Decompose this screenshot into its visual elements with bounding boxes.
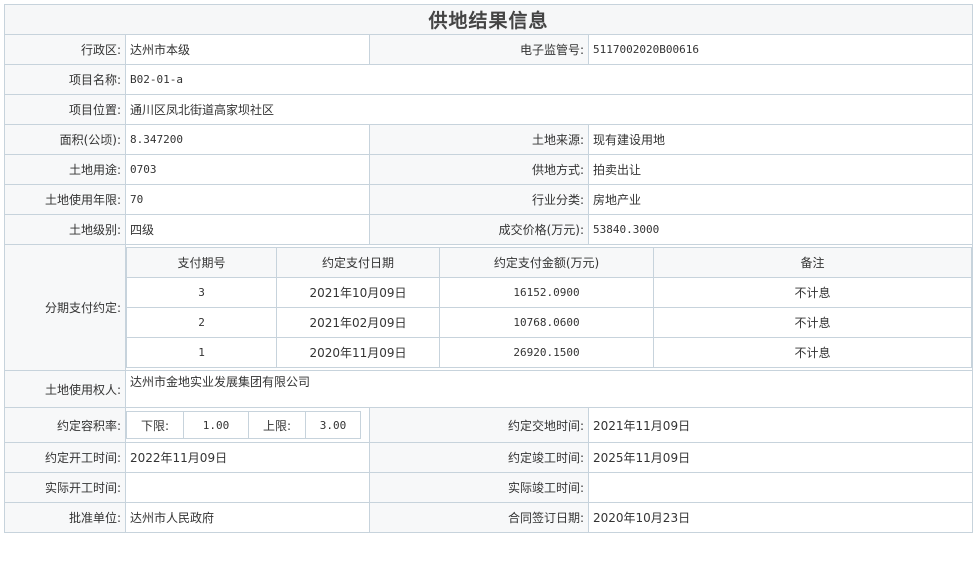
installment-note: 不计息	[652, 307, 972, 338]
land-supply-result-panel: 供地结果信息 行政区: 达州市本级 电子监管号: 5117002020B0061…	[3, 4, 974, 533]
installment-date: 2020年11月09日	[276, 337, 440, 368]
installment-header-row: 支付期号 约定支付日期 约定支付金额(万元) 备注	[126, 247, 972, 278]
far-upper-value: 3.00	[305, 411, 361, 439]
installment-header-amount: 约定支付金额(万元)	[439, 247, 654, 278]
supply-method-label: 供地方式:	[369, 154, 589, 185]
far-upper-label: 上限:	[248, 411, 306, 439]
supervision-no-label: 电子监管号:	[369, 34, 589, 65]
installment-amount: 26920.1500	[439, 337, 654, 368]
supply-method-value: 拍卖出让	[587, 154, 974, 185]
project-location-value: 通川区凤北街道高家坝社区	[124, 94, 974, 125]
land-use-label: 土地用途:	[4, 154, 126, 185]
installment-row: 2 2021年02月09日 10768.0600 不计息	[126, 307, 972, 338]
area-value: 8.347200	[125, 124, 370, 155]
project-name-label: 项目名称:	[4, 64, 126, 95]
installment-period: 2	[126, 307, 277, 338]
actual-complete-value	[587, 472, 974, 503]
project-location-label: 项目位置:	[4, 94, 126, 125]
far-lower-value: 1.00	[183, 411, 249, 439]
far-lower-label: 下限:	[126, 411, 184, 439]
handover-label: 约定交地时间:	[369, 407, 589, 443]
installment-header-period: 支付期号	[126, 247, 277, 278]
actual-start-value	[125, 472, 370, 503]
supervision-no-value: 5117002020B00616	[587, 34, 974, 65]
use-years-label: 土地使用年限:	[4, 184, 126, 215]
installment-row: 1 2020年11月09日 26920.1500 不计息	[126, 337, 972, 368]
contract-date-value: 2020年10月23日	[587, 502, 974, 533]
installment-date: 2021年10月09日	[276, 277, 440, 308]
land-user-label: 土地使用权人:	[4, 370, 126, 408]
installment-note: 不计息	[652, 277, 972, 308]
start-value: 2022年11月09日	[125, 442, 370, 473]
far-cell: 下限: 1.00 上限: 3.00	[125, 407, 370, 443]
district-value: 达州市本级	[125, 34, 370, 65]
far-table: 下限: 1.00 上限: 3.00	[126, 411, 361, 439]
actual-complete-label: 实际竣工时间:	[369, 472, 589, 503]
installment-note: 不计息	[652, 337, 972, 368]
land-use-value: 0703	[125, 154, 370, 185]
installment-label: 分期支付约定:	[4, 244, 126, 371]
land-grade-label: 土地级别:	[4, 214, 126, 245]
installment-row: 3 2021年10月09日 16152.0900 不计息	[126, 277, 972, 308]
installment-header-date: 约定支付日期	[276, 247, 440, 278]
complete-value: 2025年11月09日	[587, 442, 974, 473]
installment-amount: 10768.0600	[439, 307, 654, 338]
installment-period: 3	[126, 277, 277, 308]
far-label: 约定容积率:	[4, 407, 126, 443]
page-title: 供地结果信息	[3, 4, 974, 35]
handover-value: 2021年11月09日	[587, 407, 974, 443]
installment-header-note: 备注	[652, 247, 972, 278]
approver-value: 达州市人民政府	[125, 502, 370, 533]
land-source-value: 现有建设用地	[587, 124, 974, 155]
land-grade-value: 四级	[125, 214, 370, 245]
industry-value: 房地产业	[587, 184, 974, 215]
actual-start-label: 实际开工时间:	[4, 472, 126, 503]
area-label: 面积(公顷):	[4, 124, 126, 155]
project-name-value: B02-01-a	[124, 64, 974, 95]
land-source-label: 土地来源:	[369, 124, 589, 155]
contract-date-label: 合同签订日期:	[369, 502, 589, 533]
complete-label: 约定竣工时间:	[369, 442, 589, 473]
land-user-value: 达州市金地实业发展集团有限公司	[124, 370, 974, 408]
installment-period: 1	[126, 337, 277, 368]
approver-label: 批准单位:	[4, 502, 126, 533]
installment-table: 支付期号 约定支付日期 约定支付金额(万元) 备注 3 2021年10月09日 …	[126, 247, 972, 368]
installment-amount: 16152.0900	[439, 277, 654, 308]
installment-date: 2021年02月09日	[276, 307, 440, 338]
deal-price-label: 成交价格(万元):	[369, 214, 589, 245]
start-label: 约定开工时间:	[4, 442, 126, 473]
deal-price-value: 53840.3000	[587, 214, 974, 245]
industry-label: 行业分类:	[369, 184, 589, 215]
use-years-value: 70	[125, 184, 370, 215]
district-label: 行政区:	[4, 34, 126, 65]
land-supply-table: 供地结果信息 行政区: 达州市本级 电子监管号: 5117002020B0061…	[3, 4, 974, 533]
installment-cell: 支付期号 约定支付日期 约定支付金额(万元) 备注 3 2021年10月09日 …	[124, 244, 974, 371]
